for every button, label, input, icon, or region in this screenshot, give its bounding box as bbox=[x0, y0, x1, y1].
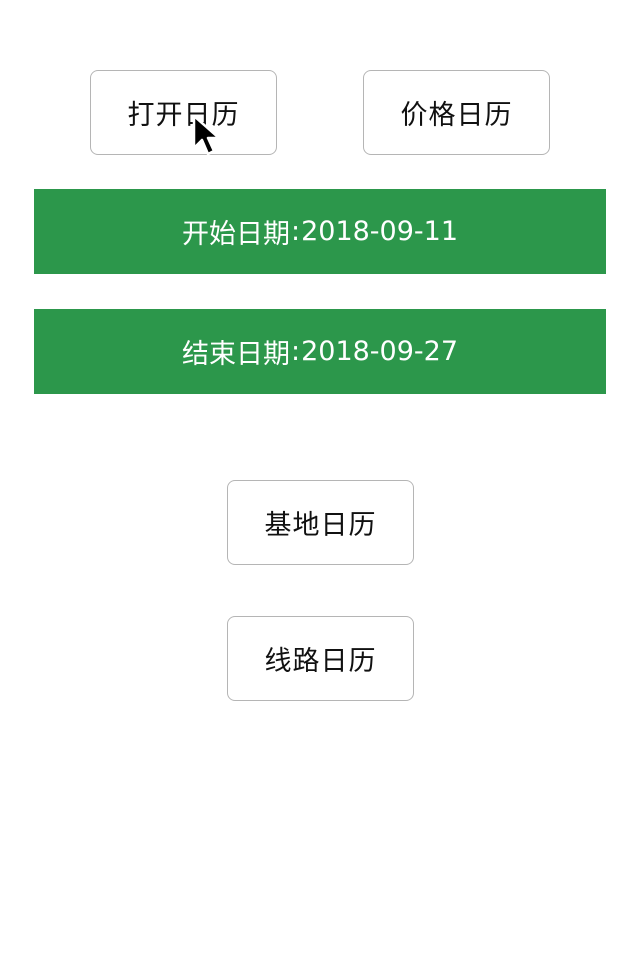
app-screen: 打开日历 价格日历 开始日期:2018-09-11 结束日期:2018-09-2… bbox=[0, 0, 640, 960]
route-calendar-button[interactable]: 线路日历 bbox=[227, 616, 414, 701]
start-date-value: 2018-09-11 bbox=[301, 216, 459, 247]
start-date-separator: : bbox=[290, 216, 301, 247]
price-calendar-button[interactable]: 价格日历 bbox=[363, 70, 550, 155]
open-calendar-label: 打开日历 bbox=[127, 100, 240, 131]
route-calendar-label: 线路日历 bbox=[264, 646, 377, 677]
start-date-label: 开始日期 bbox=[181, 219, 290, 250]
base-calendar-button[interactable]: 基地日历 bbox=[227, 480, 414, 565]
open-calendar-button[interactable]: 打开日历 bbox=[90, 70, 277, 155]
end-date-label: 结束日期 bbox=[181, 339, 290, 370]
end-date-separator: : bbox=[290, 336, 301, 367]
end-date-value: 2018-09-27 bbox=[301, 336, 459, 367]
end-date-bar: 结束日期:2018-09-27 bbox=[34, 309, 606, 394]
base-calendar-label: 基地日历 bbox=[264, 510, 377, 541]
start-date-bar: 开始日期:2018-09-11 bbox=[34, 189, 606, 274]
price-calendar-label: 价格日历 bbox=[400, 100, 513, 131]
